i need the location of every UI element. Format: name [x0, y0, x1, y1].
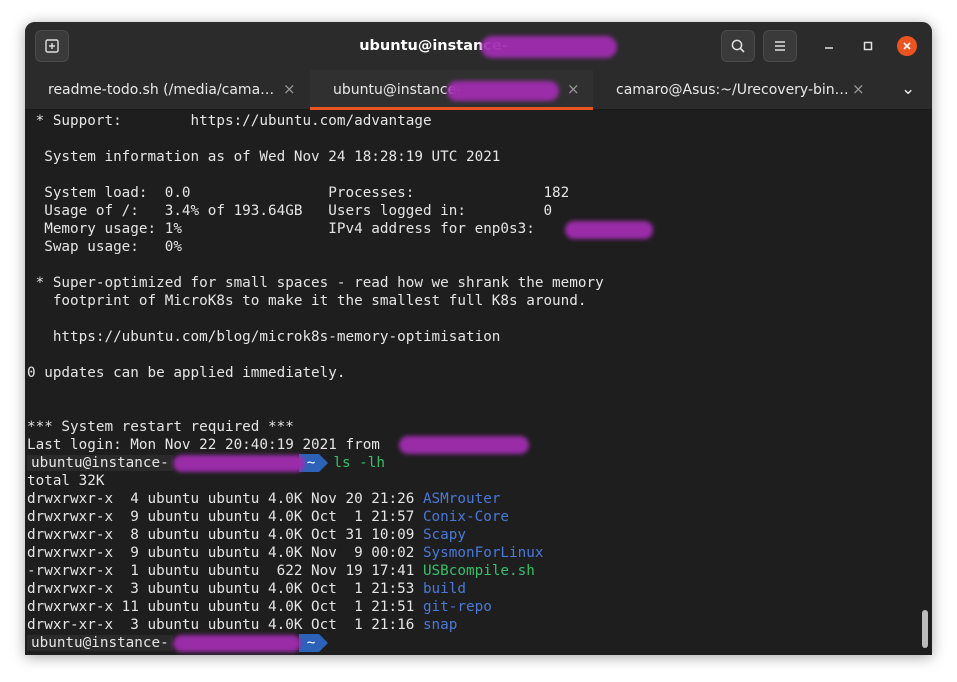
- ls-row: drwxrwxr-x 4 ubuntu ubuntu 4.0K Nov 20 2…: [27, 490, 500, 508]
- ls-row-name: ASMrouter: [422, 491, 501, 507]
- motd-memory-line: Memory usage: 1% IPv4 address for enp0s3…: [27, 221, 544, 237]
- redaction-title: [481, 36, 617, 58]
- ls-row-name: Scapy: [422, 527, 466, 543]
- redaction-tab: [447, 81, 559, 101]
- ls-row-name: git-repo: [422, 599, 492, 615]
- ls-row: drwxr-xr-x 3 ubuntu ubuntu 4.0K Oct 1 21…: [27, 616, 457, 634]
- prompt-directory: ~: [298, 634, 328, 652]
- motd-swap-line: Swap usage: 0%: [27, 239, 182, 255]
- last-login-line: Last login: Mon Nov 22 20:40:19 2021 fro…: [27, 437, 389, 453]
- title-bar: ubuntu@instance-: [25, 22, 932, 70]
- motd-usage-line: Usage of /: 3.4% of 193.64GB Users logge…: [27, 203, 553, 219]
- close-button[interactable]: [897, 36, 917, 56]
- motd-support-line: * Support: https://ubuntu.com/advantage: [27, 113, 432, 129]
- ls-row: drwxrwxr-x 8 ubuntu ubuntu 4.0K Oct 31 1…: [27, 526, 466, 544]
- close-icon: [903, 42, 911, 50]
- motd-microk8s-line-1: * Super-optimized for small spaces - rea…: [27, 275, 604, 291]
- motd-microk8s-link: https://ubuntu.com/blog/microk8s-memory-…: [27, 329, 501, 345]
- tabs-overflow-button[interactable]: ⌄: [885, 70, 925, 110]
- ls-row-meta: drwxrwxr-x 4 ubuntu ubuntu 4.0K Nov 20 2…: [27, 491, 423, 507]
- prompt-user: ubuntu@instance-: [27, 455, 173, 471]
- minimize-icon: [825, 47, 833, 49]
- ls-row-name: snap: [422, 617, 458, 633]
- redaction-prompt-1: [173, 455, 305, 472]
- tab-close-icon[interactable]: ×: [852, 80, 865, 98]
- maximize-button[interactable]: [858, 36, 878, 56]
- motd-sysinfo-line: System information as of Wed Nov 24 18:2…: [27, 149, 501, 165]
- ls-row-name: Conix-Core: [422, 509, 510, 525]
- ls-row-meta: drwxrwxr-x 9 ubuntu ubuntu 4.0K Nov 9 00…: [27, 545, 423, 561]
- tab-readme-todo[interactable]: readme-todo.sh (/media/cama… ×: [25, 70, 309, 110]
- tab-camaro-asus[interactable]: camaro@Asus:~/Urecovery-bin… ×: [594, 70, 878, 110]
- scrollbar-thumb[interactable]: [922, 610, 928, 648]
- tab-label: ubuntu@instance-: [333, 82, 462, 98]
- search-button[interactable]: [721, 30, 755, 62]
- ls-row: drwxrwxr-x 3 ubuntu ubuntu 4.0K Oct 1 21…: [27, 580, 466, 598]
- tab-label: camaro@Asus:~/Urecovery-bin…: [616, 82, 849, 98]
- ls-row-meta: drwxrwxr-x 3 ubuntu ubuntu 4.0K Oct 1 21…: [27, 581, 423, 597]
- redaction-login-ip: [399, 436, 529, 454]
- restart-required-line: *** System restart required ***: [27, 419, 294, 435]
- motd-load-line: System load: 0.0 Processes: 182: [27, 185, 570, 201]
- motd-microk8s-line-2: footprint of MicroK8s to make it the sma…: [27, 293, 587, 309]
- tab-label: readme-todo.sh (/media/cama…: [48, 82, 275, 98]
- tab-bar: readme-todo.sh (/media/cama… × ubuntu@in…: [25, 70, 932, 110]
- ls-row-name: build: [422, 581, 466, 597]
- ls-row-meta: drwxrwxr-x 11 ubuntu ubuntu 4.0K Oct 1 2…: [27, 599, 423, 615]
- tab-close-icon[interactable]: ×: [283, 80, 296, 98]
- ls-row-name: SysmonForLinux: [422, 545, 544, 561]
- menu-button[interactable]: [763, 30, 797, 62]
- ls-row: drwxrwxr-x 11 ubuntu ubuntu 4.0K Oct 1 2…: [27, 598, 492, 616]
- redaction-ipv4: [565, 221, 653, 239]
- prompt-user: ubuntu@instance-: [27, 635, 173, 651]
- ls-row-meta: drwxr-xr-x 3 ubuntu ubuntu 4.0K Oct 1 21…: [27, 617, 423, 633]
- ls-total-line: total 32K: [27, 473, 105, 489]
- prompt-command: ls -lh: [333, 455, 385, 471]
- ls-row-meta: drwxrwxr-x 9 ubuntu ubuntu 4.0K Oct 1 21…: [27, 509, 423, 525]
- chevron-down-icon: ⌄: [901, 79, 916, 99]
- ls-row: drwxrwxr-x 9 ubuntu ubuntu 4.0K Nov 9 00…: [27, 544, 543, 562]
- redaction-prompt-2: [173, 635, 301, 652]
- updates-line: 0 updates can be applied immediately.: [27, 365, 346, 381]
- maximize-icon: [863, 41, 873, 51]
- hamburger-menu-icon: [775, 41, 785, 51]
- minimize-button[interactable]: [819, 36, 839, 56]
- ls-row-meta: -rwxrwxr-x 1 ubuntu ubuntu 622 Nov 19 17…: [27, 563, 423, 579]
- ls-row-name: USBcompile.sh: [422, 563, 535, 579]
- terminal-window: ubuntu@instance- readme-todo.sh (/media/…: [25, 22, 932, 655]
- terminal-output[interactable]: * Support: https://ubuntu.com/advantage …: [25, 110, 932, 655]
- tab-close-icon[interactable]: ×: [567, 80, 580, 98]
- ls-row: -rwxrwxr-x 1 ubuntu ubuntu 622 Nov 19 17…: [27, 562, 535, 580]
- search-icon: [731, 39, 745, 53]
- ls-row: drwxrwxr-x 9 ubuntu ubuntu 4.0K Oct 1 21…: [27, 508, 509, 526]
- ls-row-meta: drwxrwxr-x 8 ubuntu ubuntu 4.0K Oct 31 1…: [27, 527, 423, 543]
